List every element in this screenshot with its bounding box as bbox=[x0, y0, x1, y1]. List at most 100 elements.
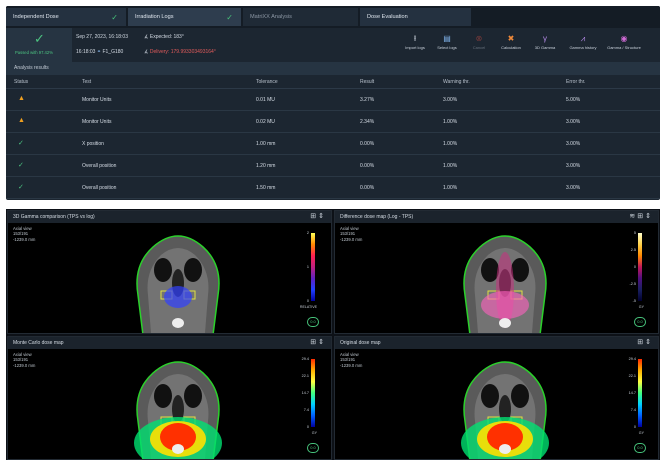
view-header: Original dose map ⊞⇕ bbox=[335, 337, 658, 349]
layout-icon[interactable]: ⊞ bbox=[637, 339, 645, 346]
view-title: Monte Carlo dose map bbox=[13, 340, 64, 346]
analysis-results-header: Analysis results bbox=[6, 62, 660, 75]
cell-tolerance: 1.20 mm bbox=[256, 163, 276, 169]
calculation-button[interactable]: ✖ Calculation bbox=[496, 31, 526, 59]
ct-slice-image[interactable] bbox=[103, 225, 253, 333]
cell-tolerance: 0.02 MU bbox=[256, 119, 275, 125]
layout-icon[interactable]: ⊞ bbox=[310, 213, 318, 220]
status-badge[interactable]: 0.0 bbox=[307, 317, 319, 327]
table-row[interactable]: ▲ Monitor Units 0.02 MU 2.34% 1.00% 3.00% bbox=[6, 111, 660, 133]
tab-dose-evaluation[interactable]: Dose Evaluation bbox=[360, 8, 472, 26]
cell-warning: 1.00% bbox=[443, 185, 458, 191]
column-warning-threshold[interactable]: Warning thr. bbox=[443, 79, 470, 85]
import-logs-button[interactable]: ⭱ Import logs bbox=[400, 31, 430, 59]
cell-test: Monitor Units bbox=[82, 97, 112, 103]
log-date: Sep 27, 2023, 16:18:03 bbox=[76, 34, 128, 40]
color-scale bbox=[638, 359, 642, 427]
view-title: Difference dose map (Log - TPS) bbox=[340, 214, 414, 220]
table-row[interactable]: ▲ Monitor Units 0.01 MU 3.27% 3.00% 5.00% bbox=[6, 89, 660, 111]
expand-icon[interactable]: ⇕ bbox=[318, 339, 326, 346]
color-scale-label: 29.4 bbox=[301, 357, 309, 361]
ct-slice-image[interactable] bbox=[430, 351, 580, 459]
cancel-button[interactable]: ⊗ Cancel bbox=[464, 31, 494, 59]
view-info-line: -1239.0 mm bbox=[340, 362, 363, 368]
select-logs-button[interactable]: ▤ Select logs bbox=[432, 31, 462, 59]
color-scale-label: 0 bbox=[633, 425, 636, 429]
expand-icon[interactable]: ⇕ bbox=[645, 213, 653, 220]
status-badge[interactable]: 0.0 bbox=[634, 443, 646, 453]
color-scale-label: 14.7 bbox=[628, 391, 636, 395]
color-scale-unit: GY bbox=[638, 305, 644, 309]
original-dose-view[interactable]: Original dose map ⊞⇕ Axial view 153/191 -123… bbox=[334, 336, 659, 460]
tool-label: Import logs bbox=[405, 45, 425, 50]
layout-icon[interactable]: ⊞ bbox=[310, 339, 318, 346]
color-scale-label: 14.7 bbox=[301, 391, 309, 395]
cell-warning: 3.00% bbox=[443, 97, 458, 103]
table-row[interactable]: ✓ X position 1.00 mm 0.00% 1.00% 3.00% bbox=[6, 133, 660, 155]
tool-label: Select logs bbox=[437, 45, 457, 50]
results-table-header: Status Test Tolerance Result Warning thr… bbox=[6, 75, 660, 89]
view-title: 3D Gamma comparison (TPS vs log) bbox=[13, 214, 95, 220]
tab-irradiation-logs[interactable]: Irradiation Logs ✓ bbox=[128, 8, 242, 26]
tab-independent-dose[interactable]: Independent Dose ✓ bbox=[6, 8, 127, 26]
color-scale-label: 22.1 bbox=[301, 374, 309, 378]
color-scale-label: 22.1 bbox=[628, 374, 636, 378]
column-result[interactable]: Result bbox=[360, 79, 374, 85]
color-scale bbox=[638, 233, 642, 301]
difference-dose-view[interactable]: Difference dose map (Log - TPS) ≋⊞⇕ Axial … bbox=[334, 210, 659, 334]
cell-result: 0.00% bbox=[360, 185, 375, 191]
color-scale-label: 2.5 bbox=[630, 248, 636, 252]
check-icon: ✓ bbox=[226, 13, 233, 22]
dose-views-panel: 3D Gamma comparison (TPS vs log) ⊞⇕ Axial … bbox=[6, 209, 660, 460]
color-scale-label: 0 bbox=[633, 265, 636, 269]
gamma-structure-button[interactable]: ◉ Gamma / Structure bbox=[604, 31, 644, 59]
tab-label: MatriXX Analysis bbox=[250, 14, 292, 20]
color-scale-label: -2.5 bbox=[629, 282, 636, 286]
table-row[interactable]: ✓Y position1.00 mm0.00%1.00%3.00% bbox=[6, 199, 660, 200]
tool-label: Calculation bbox=[501, 45, 521, 50]
view-tools: ⊞⇕ bbox=[310, 212, 326, 220]
column-error-threshold[interactable]: Error thr. bbox=[566, 79, 585, 85]
view-title: Original dose map bbox=[340, 340, 381, 346]
table-row[interactable]: ✓ Overall position 1.50 mm 0.00% 1.00% 3.00% bbox=[6, 177, 660, 199]
status-badge[interactable]: 0.0 bbox=[307, 443, 319, 453]
layout-icon[interactable]: ⊞ bbox=[637, 213, 645, 220]
color-scale-label: 2 bbox=[306, 231, 309, 235]
check-icon: ✓ bbox=[18, 184, 24, 191]
field-selector[interactable]: 16:18:03 ⚭ F1_G180 bbox=[76, 49, 123, 55]
view-header: Monte Carlo dose map ⊞⇕ bbox=[8, 337, 331, 349]
cell-warning: 1.00% bbox=[443, 119, 458, 125]
gamma-history-button[interactable]: ⩘ Gamma history bbox=[566, 31, 600, 59]
ct-slice-image[interactable] bbox=[430, 225, 580, 333]
column-status[interactable]: Status bbox=[14, 79, 28, 85]
log-summary: ✓ Passed with 97.42% Sep 27, 2023, 16:18… bbox=[6, 28, 660, 62]
tab-bar: Independent Dose ✓ Irradiation Logs ✓ Ma… bbox=[6, 6, 660, 28]
view-info-line: -1239.0 mm bbox=[13, 236, 36, 242]
tab-matrixx-analysis[interactable]: MatriXX Analysis bbox=[243, 8, 359, 26]
warning-icon: ▲ bbox=[18, 117, 25, 124]
view-tools: ≋⊞⇕ bbox=[629, 212, 653, 220]
ct-slice-image[interactable] bbox=[103, 351, 253, 459]
view-tools: ⊞⇕ bbox=[310, 338, 326, 346]
column-test[interactable]: Test bbox=[82, 79, 91, 85]
table-row[interactable]: ✓ Overall position 1.20 mm 0.00% 1.00% 3.00% bbox=[6, 155, 660, 177]
cell-result: 0.00% bbox=[360, 163, 375, 169]
gamma-comparison-view[interactable]: 3D Gamma comparison (TPS vs log) ⊞⇕ Axial … bbox=[7, 210, 332, 334]
color-scale-label: 5 bbox=[633, 231, 636, 235]
monte-carlo-dose-view[interactable]: Monte Carlo dose map ⊞⇕ Axial view 153/191-… bbox=[7, 336, 332, 460]
warning-icon: ▲ bbox=[18, 95, 25, 102]
gamma-3d-button[interactable]: γ 3D Gamma bbox=[530, 31, 560, 59]
status-badge[interactable]: 0.0 bbox=[634, 317, 646, 327]
view-info: Axial view 153/191 -1239.0 mm bbox=[340, 352, 362, 368]
expand-icon[interactable]: ⇕ bbox=[645, 339, 653, 346]
expand-icon[interactable]: ⇕ bbox=[318, 213, 326, 220]
cell-result: 0.00% bbox=[360, 141, 375, 147]
color-scale-label: -5 bbox=[632, 299, 636, 303]
cell-tolerance: 1.50 mm bbox=[256, 185, 276, 191]
color-scale-unit: GY bbox=[311, 431, 317, 435]
cell-result: 2.34% bbox=[360, 119, 375, 125]
column-tolerance[interactable]: Tolerance bbox=[256, 79, 278, 85]
tool-label: Gamma history bbox=[569, 45, 597, 50]
view-info-line: -1239.0 mm bbox=[340, 236, 363, 242]
check-icon: ✓ bbox=[18, 140, 24, 147]
